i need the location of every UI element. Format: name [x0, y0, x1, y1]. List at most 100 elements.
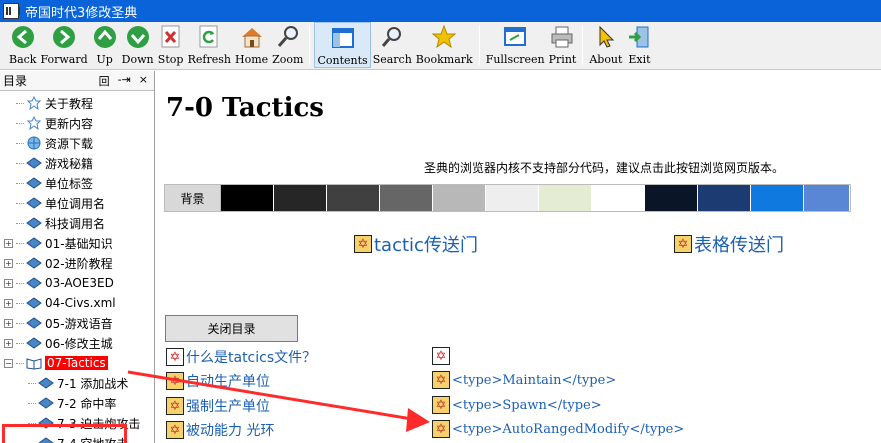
book-icon — [26, 256, 42, 270]
expand-icon[interactable]: + — [4, 318, 13, 328]
tree-item[interactable]: +05-游戏语音 — [0, 313, 154, 333]
expand-icon[interactable]: + — [4, 238, 13, 248]
app-icon — [3, 3, 20, 19]
contents-tree: 关于教程 更新内容 资源下载 游戏秘籍 单位标签 单位调用名 科技调用名 +01… — [0, 91, 154, 443]
tree-item[interactable]: 7-1 添加战术 — [0, 373, 154, 393]
tree-item-label: 01-基础知识 — [45, 236, 113, 251]
about-button[interactable]: About — [587, 22, 624, 68]
faq-link[interactable]: ✡ 被动能力 光环 — [166, 420, 274, 440]
tree-item[interactable]: 7-4 空地攻击... — [0, 433, 154, 443]
browser-notice[interactable]: 圣典的浏览器内核不支持部分代码，建议点击此按钮浏览网页版本。 — [424, 159, 784, 176]
collapse-icon[interactable]: − — [4, 358, 13, 368]
expand-icon[interactable]: + — [4, 298, 13, 308]
tree-item-label: 游戏秘籍 — [45, 156, 94, 171]
star-of-david-icon: ✡ — [674, 235, 692, 253]
tree-item[interactable]: 单位标签 — [0, 173, 154, 193]
refresh-button[interactable]: Refresh — [186, 22, 233, 68]
tree-item-selected[interactable]: − 07-Tactics — [0, 353, 154, 373]
type-link[interactable]: ✡ — [432, 347, 452, 365]
toolbar-separator — [582, 25, 584, 65]
tree-item[interactable]: 关于教程 — [0, 93, 154, 113]
exit-button[interactable]: Exit — [624, 22, 654, 68]
expand-icon[interactable]: + — [4, 258, 13, 268]
toolbar-separator — [309, 25, 311, 65]
close-contents-button[interactable]: 关闭目录 — [165, 315, 298, 342]
tree-item[interactable]: +01-基础知识 — [0, 233, 154, 253]
tree-item[interactable]: 7-2 命中率 — [0, 393, 154, 413]
swatch-black[interactable] — [221, 185, 274, 211]
tree-item-label: 04-Civs.xml — [45, 296, 116, 310]
tree-item[interactable]: 科技调用名 — [0, 213, 154, 233]
book-icon — [26, 236, 42, 250]
swatch-charcoal[interactable] — [274, 185, 327, 211]
swatch-dark-blue[interactable] — [698, 185, 751, 211]
type-link[interactable]: ✡ <type>Maintain</type> — [432, 371, 616, 389]
print-button[interactable]: Print — [547, 22, 579, 68]
home-button[interactable]: Home — [233, 22, 270, 68]
down-button[interactable]: Down — [120, 22, 156, 68]
type-link[interactable]: ✡ <type>AutoRangedModify</type> — [432, 420, 684, 438]
swatch-white[interactable] — [592, 185, 645, 211]
search-button[interactable]: Search — [371, 22, 414, 68]
tree-item[interactable]: +03-AOE3ED — [0, 273, 154, 293]
back-button[interactable]: Back — [7, 22, 38, 68]
panel-close-icon[interactable]: × — [139, 73, 148, 89]
faq-link-label: 自动生产单位 — [186, 374, 270, 390]
tree-item[interactable]: 更新内容 — [0, 113, 154, 133]
up-button[interactable]: Up — [90, 22, 120, 68]
tree-item-label: 资源下载 — [45, 136, 94, 151]
tree-item[interactable]: +02-进阶教程 — [0, 253, 154, 273]
swatch-pale-green[interactable] — [539, 185, 592, 211]
zoom-button[interactable]: Zoom — [270, 22, 305, 68]
forward-label: Forward — [40, 53, 88, 66]
expand-icon[interactable]: + — [4, 278, 13, 288]
book-diamond-icon — [26, 216, 42, 230]
background-picker: 背景 — [164, 184, 851, 212]
tree-item-label: 单位调用名 — [45, 196, 106, 211]
about-cursor-icon — [593, 25, 619, 49]
tree-item[interactable]: +06-修改主城 — [0, 333, 154, 353]
forward-button[interactable]: Forward — [38, 22, 89, 68]
down-label: Down — [121, 53, 154, 66]
stop-button[interactable]: Stop — [156, 22, 186, 68]
tree-item[interactable]: 单位调用名 — [0, 193, 154, 213]
fullscreen-button[interactable]: Fullscreen — [484, 22, 547, 68]
tree-item[interactable]: 资源下载 — [0, 133, 154, 153]
swatch-periwinkle[interactable] — [804, 185, 850, 211]
type-link[interactable]: ✡ <type>Spawn</type> — [432, 396, 602, 414]
book-diamond-icon — [26, 156, 42, 170]
contents-panel-header: 目录 回 -⇥ × — [0, 71, 154, 91]
tree-item-label: 更新内容 — [45, 116, 94, 131]
book-diamond-icon — [38, 436, 54, 443]
panel-restore-icon[interactable]: 回 — [99, 73, 110, 89]
expand-icon[interactable]: + — [4, 338, 13, 348]
tree-item[interactable]: 游戏秘籍 — [0, 153, 154, 173]
table-portal-label: 表格传送门 — [694, 235, 784, 256]
swatch-blue[interactable] — [751, 185, 804, 211]
faq-link[interactable]: ✡ 强制生产单位 — [166, 396, 270, 416]
star-of-david-icon: ✡ — [166, 421, 184, 439]
contents-button[interactable]: Contents — [314, 22, 371, 68]
swatch-navy[interactable] — [645, 185, 698, 211]
swatch-near-white[interactable] — [486, 185, 539, 211]
star-of-david-icon: ✡ — [432, 420, 450, 438]
faq-link[interactable]: ✡ 什么是tatcics文件？ — [166, 347, 316, 367]
home-label: Home — [234, 53, 269, 66]
exit-label: Exit — [628, 53, 651, 66]
tree-item-label: 07-Tactics — [45, 356, 108, 370]
swatch-dark-gray[interactable] — [327, 185, 380, 211]
tactic-portal-link[interactable]: ✡ tactic传送门 — [354, 231, 478, 257]
star-of-david-icon: ✡ — [166, 397, 184, 415]
faq-link[interactable]: ✡ 自动生产单位 — [166, 371, 270, 391]
table-portal-link[interactable]: ✡ 表格传送门 — [674, 231, 784, 257]
print-icon — [549, 25, 575, 49]
panel-pin-icon[interactable]: -⇥ — [118, 73, 131, 89]
tree-item-label: 02-进阶教程 — [45, 256, 113, 271]
stop-icon — [158, 25, 184, 49]
bookmark-button[interactable]: Bookmark — [414, 22, 475, 68]
faq-link-label: 强制生产单位 — [186, 399, 270, 415]
tree-item[interactable]: +04-Civs.xml — [0, 293, 154, 313]
swatch-light-gray[interactable] — [433, 185, 486, 211]
swatch-gray[interactable] — [380, 185, 433, 211]
tree-item[interactable]: 7-3 迫击炮攻击 — [0, 413, 154, 433]
